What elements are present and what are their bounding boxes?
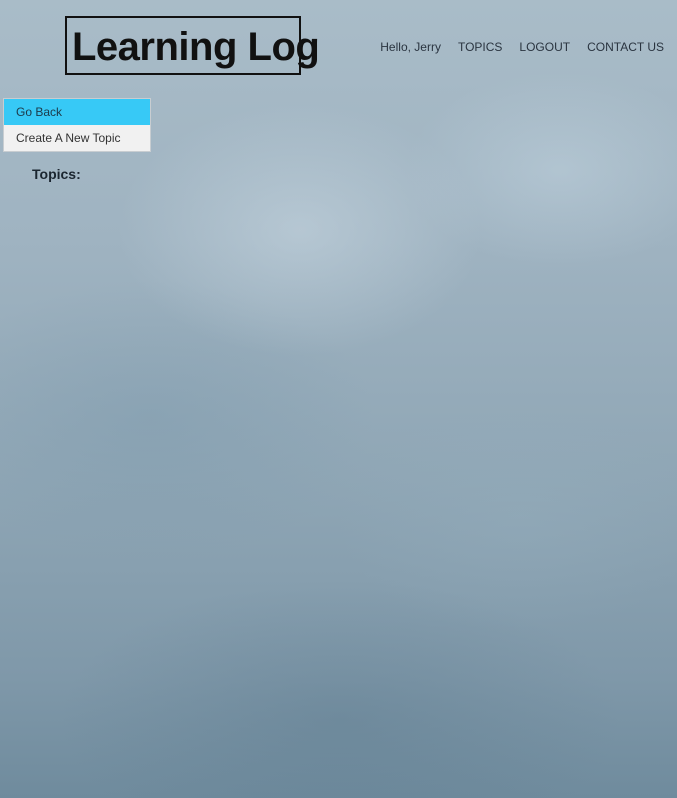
sidebar-menu: Go Back Create A New Topic xyxy=(3,98,151,152)
user-greeting-link[interactable]: Hello, Jerry xyxy=(380,38,441,56)
nav-topics-link[interactable]: TOPICS xyxy=(458,38,502,56)
topics-heading: Topics: xyxy=(32,166,81,182)
nav-contact-link[interactable]: CONTACT US xyxy=(587,38,664,56)
site-logo[interactable]: Learning Log xyxy=(72,24,320,70)
nav-logout-link[interactable]: LOGOUT xyxy=(519,38,570,56)
sidebar-item-go-back[interactable]: Go Back xyxy=(4,99,150,125)
top-navigation: Hello, Jerry TOPICS LOGOUT CONTACT US xyxy=(380,38,664,56)
sidebar-item-create-topic[interactable]: Create A New Topic xyxy=(4,125,150,151)
